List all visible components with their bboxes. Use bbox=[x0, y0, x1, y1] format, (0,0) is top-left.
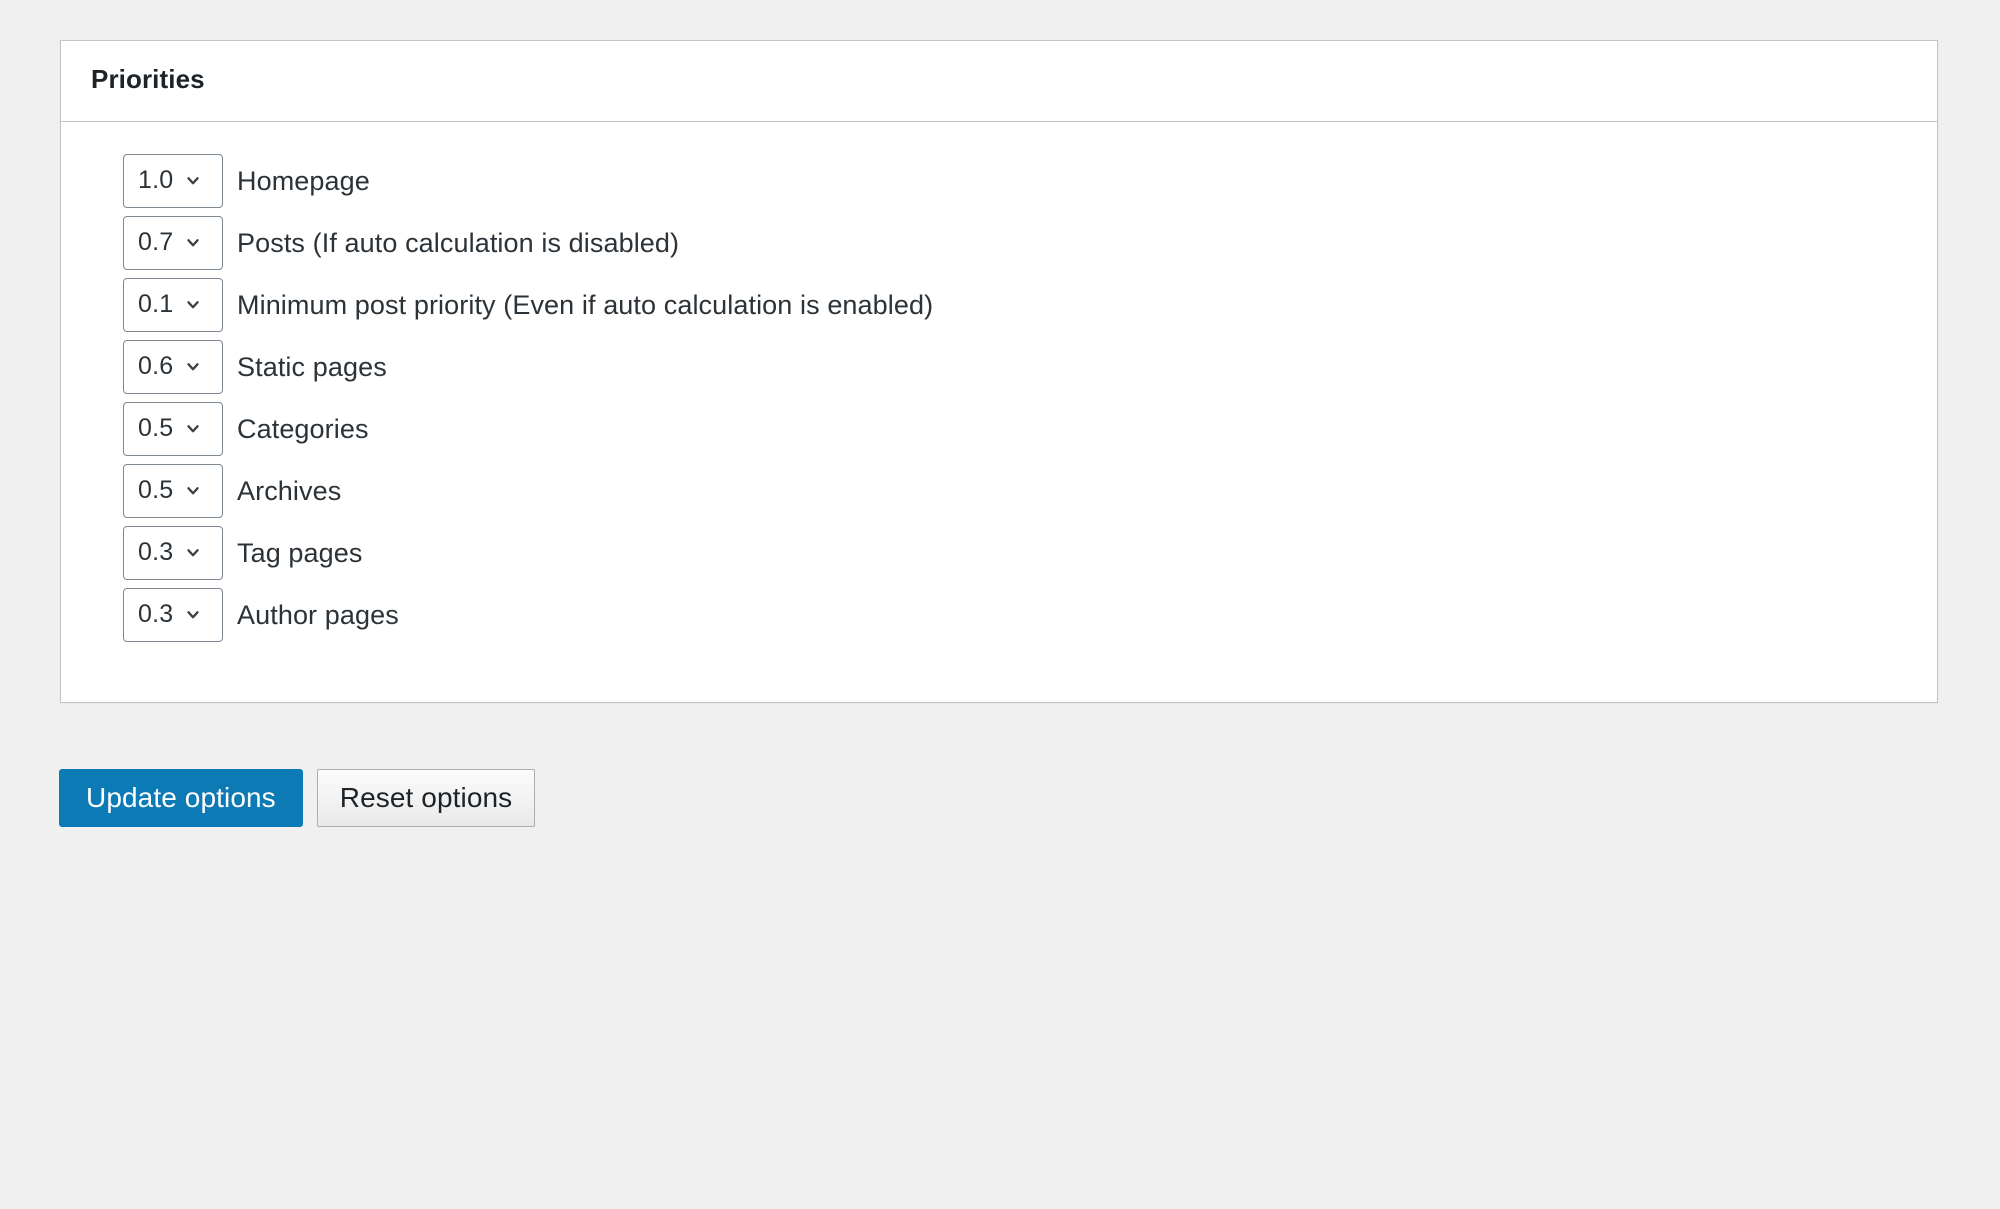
priority-label: Archives bbox=[237, 475, 342, 506]
chevron-down-icon bbox=[183, 233, 203, 253]
priorities-panel: Priorities 1.0 Homepage 0.7 Posts (If au… bbox=[60, 40, 1938, 703]
priority-select-homepage[interactable]: 1.0 bbox=[123, 153, 223, 208]
priority-label: Minimum post priority (Even if auto calc… bbox=[237, 289, 934, 320]
priority-select-author-pages[interactable]: 0.3 bbox=[123, 587, 223, 642]
priority-select-value: 0.6 bbox=[138, 352, 174, 381]
chevron-down-icon bbox=[183, 357, 203, 377]
chevron-down-icon bbox=[183, 543, 203, 563]
priority-select-posts[interactable]: 0.7 bbox=[123, 215, 223, 270]
priority-select-value: 0.5 bbox=[138, 476, 174, 505]
chevron-down-icon bbox=[183, 481, 203, 501]
priority-list: 1.0 Homepage 0.7 Posts (If auto calculat… bbox=[91, 150, 1907, 646]
priority-select-value: 0.5 bbox=[138, 414, 174, 443]
panel-body: 1.0 Homepage 0.7 Posts (If auto calculat… bbox=[61, 122, 1937, 702]
priority-row-author-pages: 0.3 Author pages bbox=[123, 584, 1907, 646]
priority-row-homepage: 1.0 Homepage bbox=[123, 150, 1907, 212]
priority-label: Author pages bbox=[237, 599, 399, 630]
chevron-down-icon bbox=[183, 419, 203, 439]
priority-label: Homepage bbox=[237, 165, 370, 196]
priority-label: Categories bbox=[237, 413, 369, 444]
priority-row-categories: 0.5 Categories bbox=[123, 398, 1907, 460]
priority-select-value: 1.0 bbox=[138, 166, 174, 195]
priority-row-tag-pages: 0.3 Tag pages bbox=[123, 522, 1907, 584]
priority-row-posts: 0.7 Posts (If auto calculation is disabl… bbox=[123, 212, 1907, 274]
update-options-button[interactable]: Update options bbox=[59, 768, 303, 827]
settings-page: Priorities 1.0 Homepage 0.7 Posts (If au… bbox=[0, 0, 2000, 1209]
priority-row-minimum-post: 0.1 Minimum post priority (Even if auto … bbox=[123, 274, 1907, 336]
priority-select-value: 0.3 bbox=[138, 600, 174, 629]
priority-label: Posts (If auto calculation is disabled) bbox=[237, 227, 680, 258]
priority-select-value: 0.1 bbox=[138, 290, 174, 319]
chevron-down-icon bbox=[183, 171, 203, 191]
priority-select-categories[interactable]: 0.5 bbox=[123, 401, 223, 456]
priority-select-static-pages[interactable]: 0.6 bbox=[123, 339, 223, 394]
form-actions: Update options Reset options bbox=[59, 768, 1940, 827]
reset-options-button[interactable]: Reset options bbox=[316, 768, 536, 827]
chevron-down-icon bbox=[183, 295, 203, 315]
priority-row-archives: 0.5 Archives bbox=[123, 460, 1907, 522]
panel-header: Priorities bbox=[61, 41, 1937, 122]
chevron-down-icon bbox=[183, 605, 203, 625]
priority-label: Tag pages bbox=[237, 537, 363, 568]
priority-select-tag-pages[interactable]: 0.3 bbox=[123, 525, 223, 580]
priority-select-archives[interactable]: 0.5 bbox=[123, 463, 223, 518]
priority-select-value: 0.7 bbox=[138, 228, 174, 257]
priority-row-static-pages: 0.6 Static pages bbox=[123, 336, 1907, 398]
page-title: Priorities bbox=[91, 64, 205, 94]
priority-select-value: 0.3 bbox=[138, 538, 174, 567]
priority-select-minimum-post[interactable]: 0.1 bbox=[123, 277, 223, 332]
priority-label: Static pages bbox=[237, 351, 387, 382]
